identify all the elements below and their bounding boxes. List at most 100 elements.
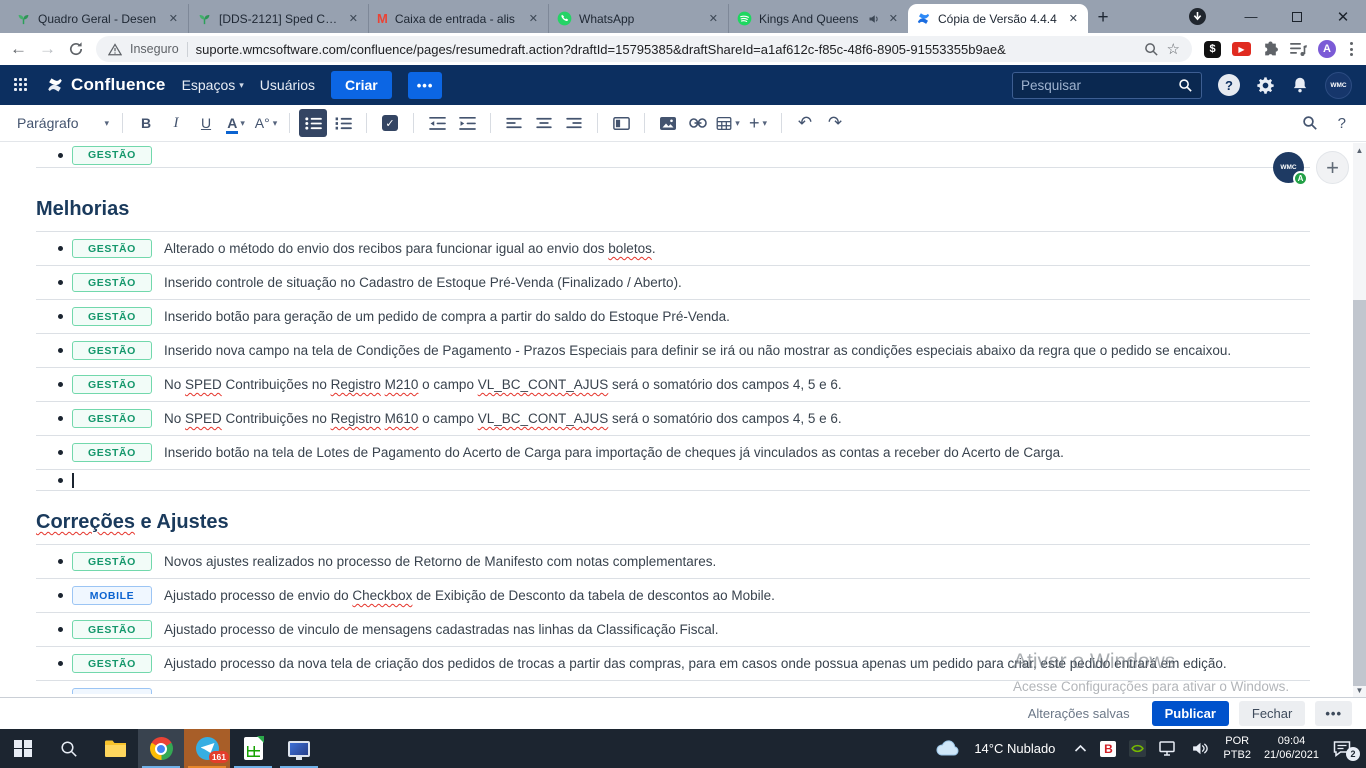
- profile-avatar[interactable]: A: [1318, 40, 1336, 58]
- search-icon[interactable]: [1178, 78, 1193, 93]
- find-in-editor-icon[interactable]: [1302, 115, 1318, 131]
- puzzle-extensions-icon[interactable]: [1262, 41, 1279, 58]
- status-badge-gestao[interactable]: GESTÃO: [72, 239, 152, 258]
- taskbar-calc-button[interactable]: [230, 729, 276, 768]
- status-badge-gestao[interactable]: GESTÃO: [72, 341, 152, 360]
- insert-table-button[interactable]: ▾: [714, 109, 742, 137]
- confluence-logo[interactable]: Confluence: [46, 75, 166, 95]
- back-icon[interactable]: ←: [10, 39, 27, 59]
- bullet-list-button[interactable]: [299, 109, 327, 137]
- notifications-bell-icon[interactable]: [1291, 76, 1309, 94]
- start-button[interactable]: [0, 729, 46, 768]
- status-badge-gestao[interactable]: GESTÃO: [72, 146, 152, 165]
- status-badge-mobile[interactable]: MOBILE: [72, 586, 152, 605]
- insecure-warning-icon[interactable]: [108, 43, 122, 56]
- status-badge-gestao[interactable]: GESTÃO: [72, 443, 152, 462]
- page-scrollbar[interactable]: ▲ ▼: [1353, 143, 1366, 697]
- insert-more-button[interactable]: +▾: [744, 109, 772, 137]
- app-switcher-icon[interactable]: [14, 78, 28, 92]
- scroll-up-arrow[interactable]: ▲: [1353, 143, 1366, 157]
- close-editor-button[interactable]: Fechar: [1239, 701, 1305, 726]
- global-search[interactable]: [1012, 72, 1202, 99]
- tab-close-icon[interactable]: ✕: [707, 10, 720, 27]
- more-formatting-button[interactable]: A°▾: [252, 109, 280, 137]
- volume-tray-icon[interactable]: [1191, 741, 1210, 756]
- layout-columns-button[interactable]: [607, 109, 635, 137]
- zoom-icon[interactable]: [1144, 42, 1159, 57]
- contributor-avatar[interactable]: WMCA: [1273, 152, 1304, 183]
- gear-icon[interactable]: [1256, 76, 1275, 95]
- weather-cloud-icon[interactable]: [934, 739, 961, 758]
- insert-link-button[interactable]: [684, 109, 712, 137]
- browser-menu-icon[interactable]: [1347, 42, 1356, 56]
- tab-copia-de-versao[interactable]: Cópia de Versão 4.4.4 ✕: [908, 4, 1088, 33]
- search-input[interactable]: [1021, 78, 1178, 93]
- publish-button[interactable]: Publicar: [1152, 701, 1229, 726]
- network-tray-icon[interactable]: [1159, 741, 1178, 756]
- tab-audio-icon[interactable]: [868, 13, 880, 25]
- file-explorer-button[interactable]: [92, 729, 138, 768]
- status-badge-gestao[interactable]: GESTÃO: [72, 620, 152, 639]
- indent-button[interactable]: [453, 109, 481, 137]
- action-center-button[interactable]: 2: [1332, 740, 1358, 757]
- create-button[interactable]: Criar: [331, 71, 392, 99]
- taskbar-search-button[interactable]: [46, 729, 92, 768]
- language-indicator[interactable]: PORPTB2: [1223, 735, 1251, 761]
- url-text[interactable]: suporte.wmcsoftware.com/confluence/pages…: [196, 42, 1136, 57]
- editor-help-icon[interactable]: ?: [1338, 115, 1346, 132]
- bitdefender-tray-icon[interactable]: B: [1100, 741, 1116, 757]
- tab-dds-2121[interactable]: [DDS-2121] Sped Cont ✕: [188, 4, 368, 33]
- maximize-button[interactable]: [1274, 0, 1320, 33]
- security-label[interactable]: Inseguro: [130, 42, 179, 56]
- nvidia-tray-icon[interactable]: [1129, 740, 1146, 757]
- paragraph-style-dropdown[interactable]: Parágrafo▾: [13, 109, 113, 137]
- tab-close-icon[interactable]: ✕: [887, 10, 900, 27]
- close-window-button[interactable]: ✕: [1320, 0, 1366, 33]
- redo-button[interactable]: ↷: [821, 109, 849, 137]
- italic-button[interactable]: I: [162, 109, 190, 137]
- align-left-button[interactable]: [500, 109, 528, 137]
- scroll-down-arrow[interactable]: ▼: [1353, 683, 1366, 697]
- list-item-empty[interactable]: [36, 469, 1310, 490]
- new-tab-button[interactable]: +: [1088, 2, 1118, 33]
- insert-image-button[interactable]: [654, 109, 682, 137]
- scrollbar-thumb[interactable]: [1353, 300, 1366, 686]
- clock[interactable]: 09:0421/06/2021: [1264, 735, 1319, 761]
- url-bar[interactable]: Inseguro suporte.wmcsoftware.com/conflue…: [96, 36, 1192, 62]
- status-badge-gestao[interactable]: GESTÃO: [72, 552, 152, 571]
- bold-button[interactable]: B: [132, 109, 160, 137]
- tab-quadro-geral[interactable]: Quadro Geral - Desen ✕: [8, 4, 188, 33]
- status-badge-gestao[interactable]: GESTÃO: [72, 654, 152, 673]
- numbered-list-button[interactable]: [329, 109, 357, 137]
- tab-close-icon[interactable]: ✕: [527, 10, 540, 27]
- reload-icon[interactable]: [68, 41, 84, 57]
- status-badge-gestao[interactable]: GESTÃO: [72, 273, 152, 292]
- nav-spaces[interactable]: Espaços▾: [182, 77, 244, 93]
- underline-button[interactable]: U: [192, 109, 220, 137]
- music-queue-extension-icon[interactable]: [1290, 42, 1307, 57]
- tab-whatsapp[interactable]: WhatsApp ✕: [548, 4, 728, 33]
- outdent-button[interactable]: [423, 109, 451, 137]
- tab-spotify[interactable]: Kings And Queens ✕: [728, 4, 908, 33]
- tab-close-icon[interactable]: ✕: [1067, 10, 1080, 27]
- adblock-extension-icon[interactable]: $: [1204, 41, 1221, 58]
- align-right-button[interactable]: [560, 109, 588, 137]
- insert-plus-button[interactable]: +: [1316, 151, 1349, 184]
- task-list-button[interactable]: ✓: [376, 109, 404, 137]
- help-icon[interactable]: ?: [1218, 74, 1240, 96]
- browser-update-icon[interactable]: [1189, 8, 1206, 25]
- user-avatar[interactable]: WMC: [1325, 72, 1352, 99]
- tab-gmail[interactable]: M Caixa de entrada - alis ✕: [368, 4, 548, 33]
- tab-close-icon[interactable]: ✕: [347, 10, 360, 27]
- status-badge-gestao[interactable]: GESTÃO: [72, 375, 152, 394]
- bookmark-star-icon[interactable]: ☆: [1167, 40, 1180, 58]
- text-color-button[interactable]: A▾: [222, 109, 250, 137]
- status-badge-gestao[interactable]: GESTÃO: [72, 409, 152, 428]
- tray-expand-chevron-icon[interactable]: [1074, 744, 1087, 753]
- weather-text[interactable]: 14°C Nublado: [974, 741, 1055, 756]
- taskbar-chrome-button[interactable]: [138, 729, 184, 768]
- editor-content[interactable]: GESTÃO Melhorias GESTÃO Alterado o métod…: [0, 143, 1366, 697]
- undo-button[interactable]: ↶: [791, 109, 819, 137]
- editor-more-button[interactable]: •••: [1315, 701, 1352, 726]
- align-center-button[interactable]: [530, 109, 558, 137]
